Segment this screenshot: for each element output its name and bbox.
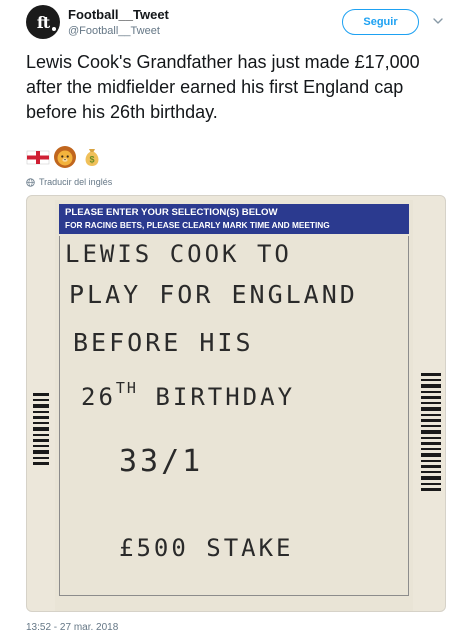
handwritten-line-1: LEWIS COOK TO [65,240,292,268]
slip-header-line2: FOR RACING BETS, PLEASE CLEARLY MARK TIM… [65,220,330,230]
handwritten-odds: 33/1 [119,444,204,479]
handwritten-line-3: BEFORE HIS [73,328,254,357]
lion-face-icon [54,146,76,168]
money-bag-icon: $ [85,149,99,166]
tweet-timestamp[interactable]: 13:52 - 27 mar. 2018 [26,622,118,633]
slip-header: PLEASE ENTER YOUR SELECTION(S) BELOW FOR… [59,204,409,234]
england-flag-icon [26,150,50,165]
avatar[interactable]: ft [26,5,60,39]
user-handle[interactable]: @Football__Tweet [68,25,160,37]
svg-text:$: $ [89,155,94,165]
barcode-right [421,373,441,491]
display-name[interactable]: Football__Tweet [68,7,169,22]
tweet-card: ft Football__Tweet @Football__Tweet Segu… [0,0,471,637]
handwritten-line-2: PLAY FOR ENGLAND [69,280,358,309]
globe-icon [26,177,35,187]
handwritten-age: 26 [81,383,116,411]
slip-header-line1: PLEASE ENTER YOUR SELECTION(S) BELOW [65,207,278,218]
handwritten-ordinal: TH [115,379,138,397]
follow-button[interactable]: Seguir [342,9,419,35]
emoji-row: $ [26,145,104,169]
tweet-photo[interactable]: PLEASE ENTER YOUR SELECTION(S) BELOW FOR… [26,195,446,612]
handwritten-stake: £500 STAKE [119,534,294,562]
tweet-text: Lewis Cook's Grandfather has just made £… [26,52,420,122]
handwritten-line-4: 26TH BIRTHDAY [81,379,295,411]
barcode-left [33,393,49,465]
handwritten-birthday: BIRTHDAY [137,383,296,411]
avatar-logo-text: ft [36,12,50,32]
avatar-logo-dot [52,27,56,31]
chevron-down-icon[interactable] [431,14,445,28]
translate-label[interactable]: Traducir del inglés [39,177,112,187]
translate-link[interactable]: Traducir del inglés [26,177,112,187]
